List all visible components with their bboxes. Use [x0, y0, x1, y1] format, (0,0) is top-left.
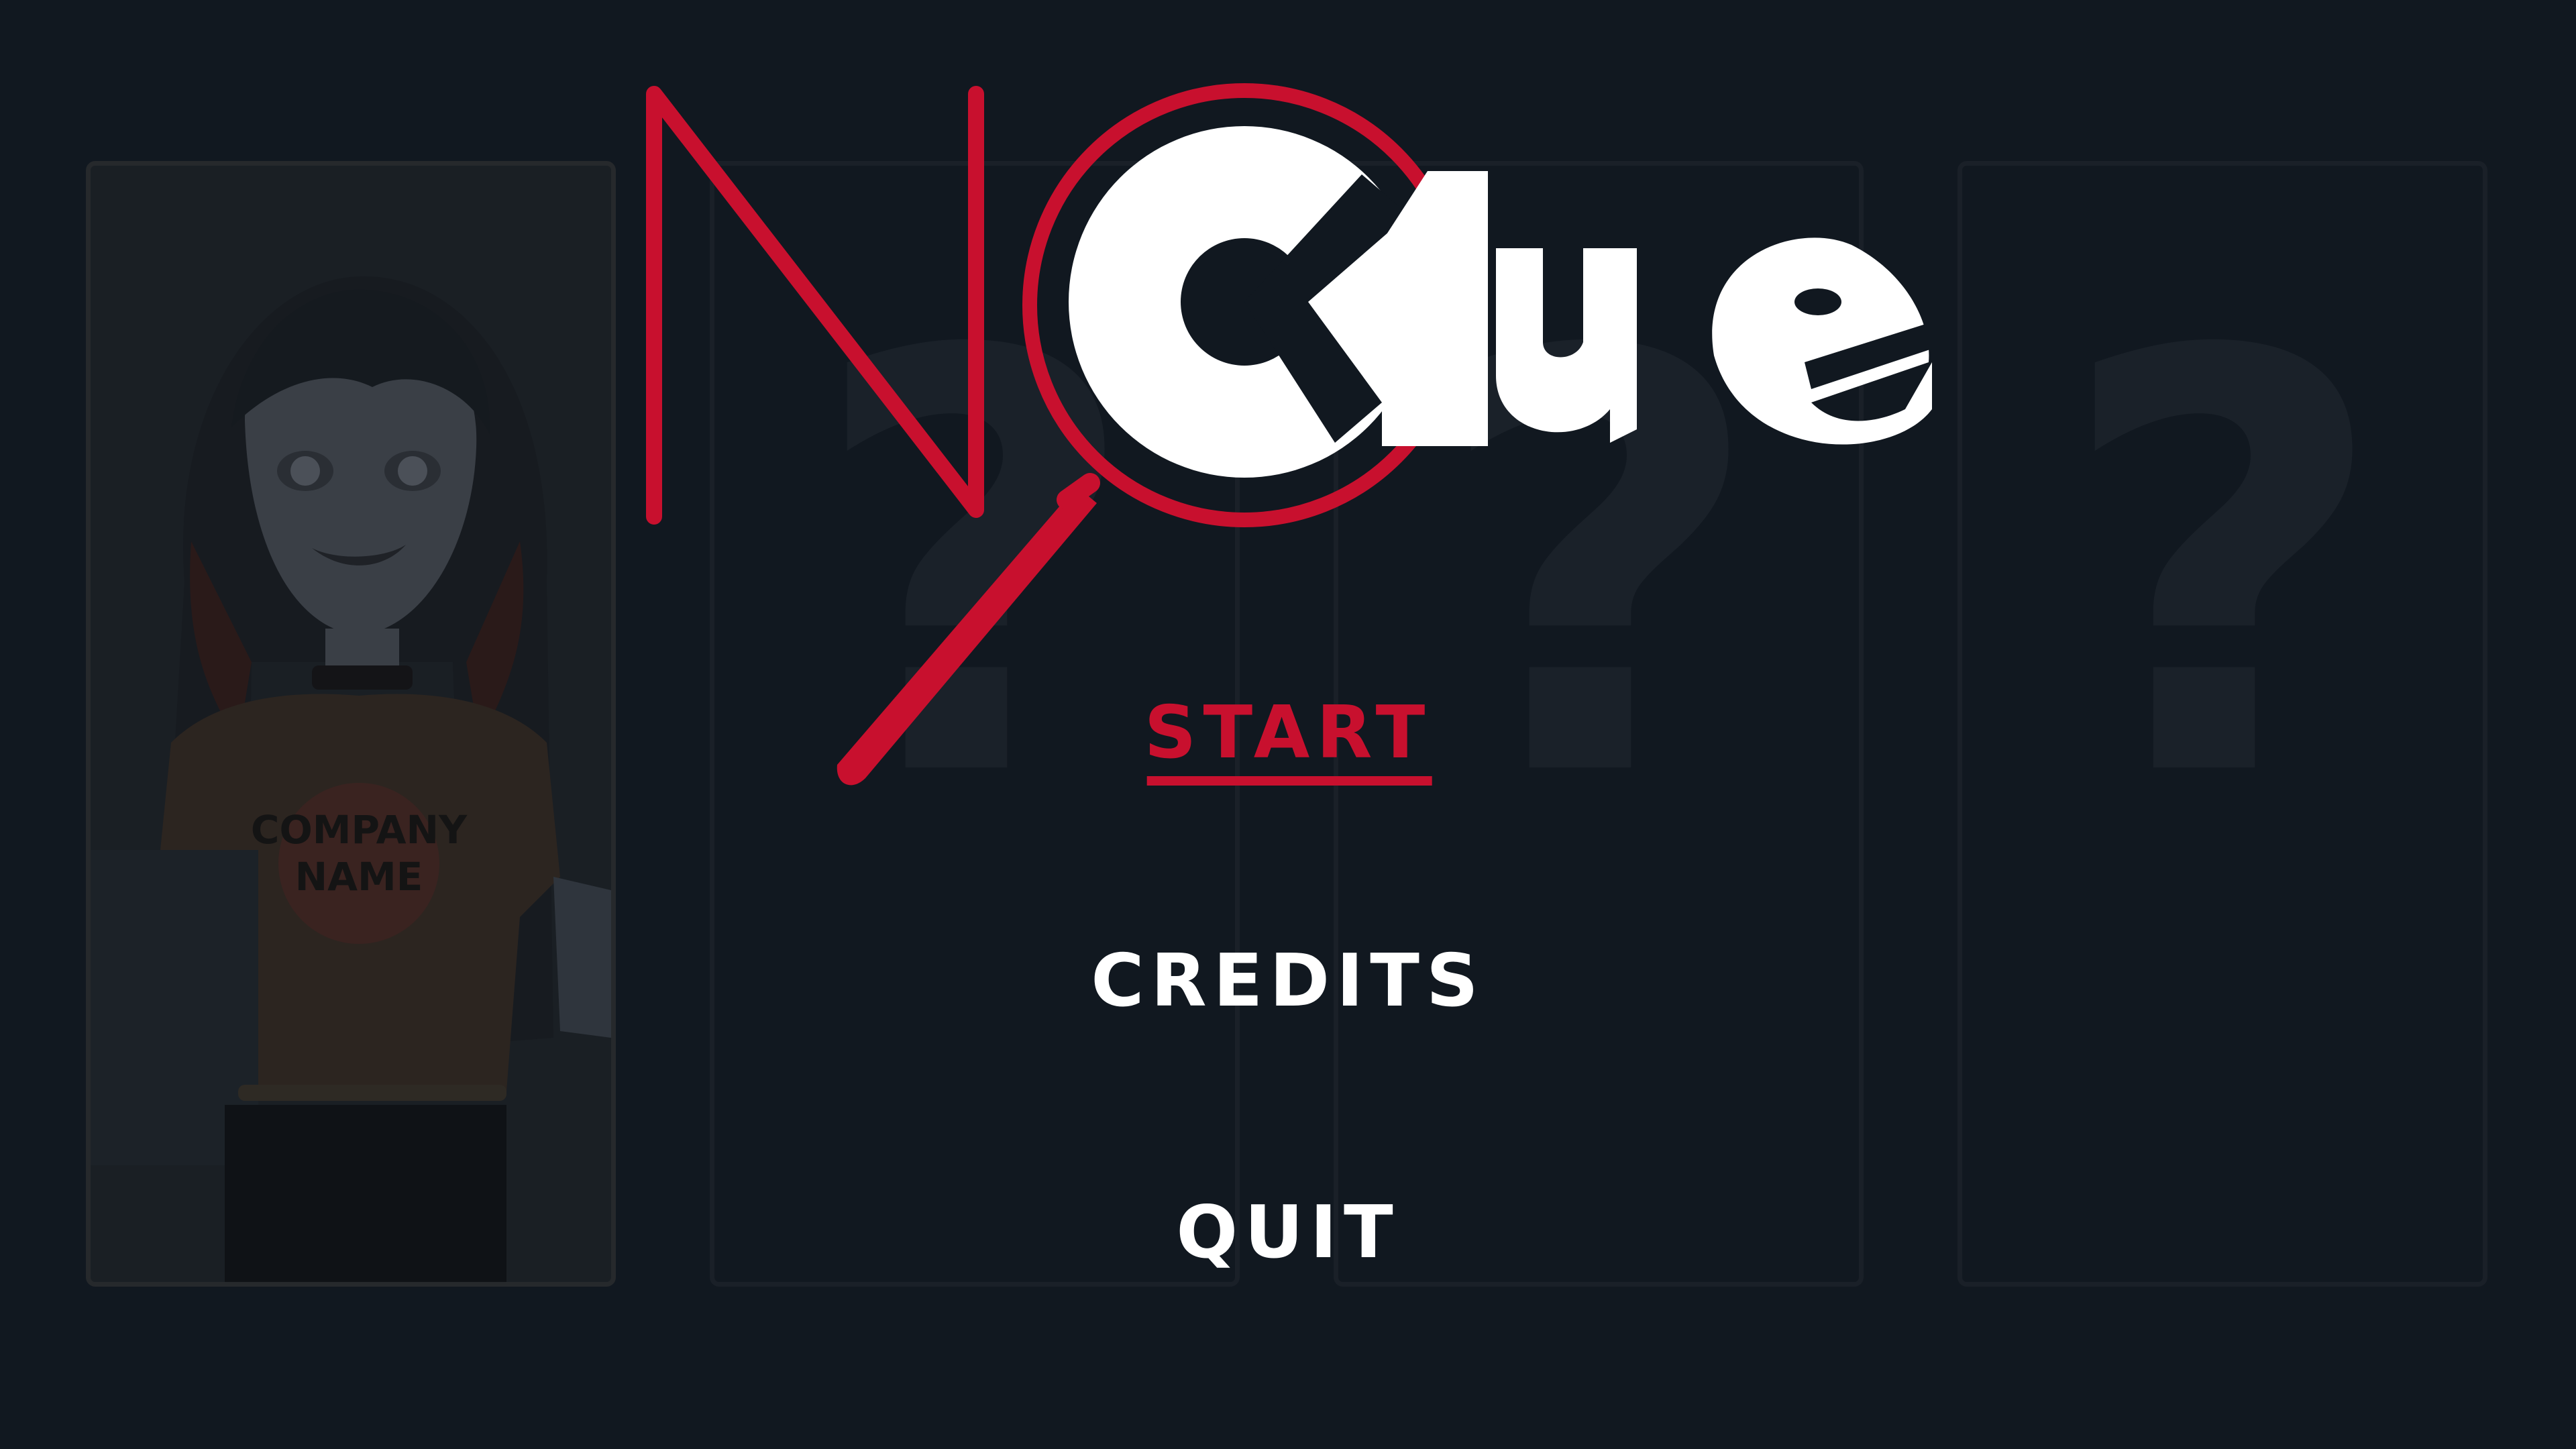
- character-card-4: ?: [1957, 161, 2487, 1287]
- main-menu-screen: COMPANY NAME ? ? ? START CREDITS QUIT: [0, 0, 2576, 1449]
- shirt-logo-text: COMPANY: [251, 807, 468, 853]
- character-portrait: COMPANY NAME: [91, 276, 611, 1282]
- credits-button[interactable]: CREDITS: [1091, 939, 1485, 1023]
- quit-button-label: QUIT: [1176, 1191, 1400, 1275]
- credits-button-label: CREDITS: [1091, 939, 1485, 1023]
- start-button-label: START: [1144, 691, 1432, 775]
- start-button[interactable]: START: [1144, 691, 1432, 786]
- selection-underline: [1146, 776, 1432, 786]
- character-card-1: COMPANY NAME: [86, 161, 616, 1287]
- quit-button[interactable]: QUIT: [1176, 1191, 1399, 1275]
- locked-question-mark: ?: [2055, 232, 2390, 904]
- svg-text:NAME: NAME: [295, 854, 423, 900]
